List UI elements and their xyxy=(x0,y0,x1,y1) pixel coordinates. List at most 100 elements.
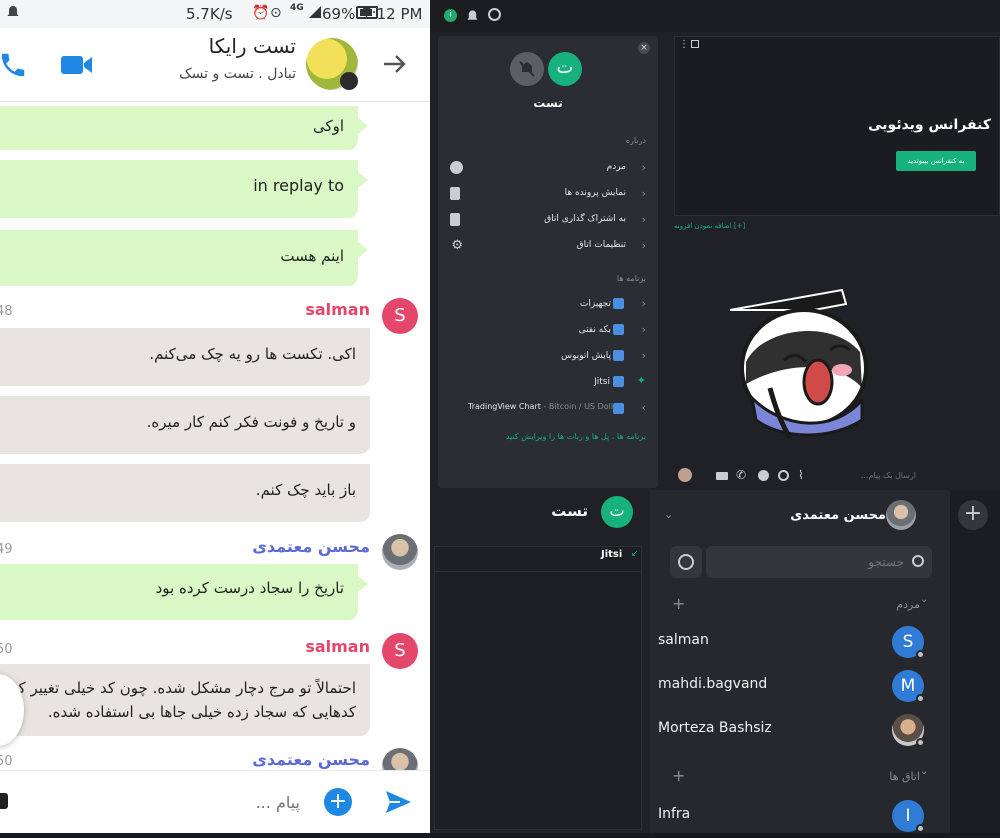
message-bubble[interactable]: اینم هست xyxy=(0,230,368,286)
search-input[interactable] xyxy=(714,552,904,572)
add-attachment-icon[interactable]: + xyxy=(324,788,352,816)
message-text: اوکی xyxy=(312,117,344,135)
message-bubble[interactable]: اوکی xyxy=(0,106,368,150)
menu-item-room-settings[interactable]: ⚙ تنظیمات اتاق ‹ xyxy=(438,236,658,258)
send-icon[interactable] xyxy=(384,788,412,820)
add-room-icon[interactable]: + xyxy=(672,766,685,785)
app-icon xyxy=(613,350,624,361)
chat-subtitle: تبادل . تست و تسک xyxy=(179,66,296,82)
presence-dot xyxy=(916,738,925,747)
search-icon[interactable] xyxy=(488,8,501,21)
room-avatar[interactable]: ت xyxy=(601,496,633,528)
message-bubble[interactable]: احتمالاً تو مرج دچار مشکل شده. چون کد خی… xyxy=(0,664,370,736)
minimize-icon[interactable]: ↙ xyxy=(631,549,639,559)
chevron-down-icon[interactable]: ⌄ xyxy=(664,508,673,521)
chevron-down-icon[interactable]: ⌄ xyxy=(920,594,928,605)
close-icon[interactable]: × xyxy=(638,42,650,54)
video-icon[interactable] xyxy=(716,472,728,480)
join-conference-button[interactable]: به کنفرانس بپیوندید xyxy=(896,151,976,171)
member-name: mahdi.bagvand xyxy=(658,676,768,692)
back-arrow-icon[interactable] xyxy=(380,50,408,82)
chevron-down-icon[interactable]: ⌄ xyxy=(920,766,928,777)
emoji-icon[interactable] xyxy=(778,470,789,481)
sender-name: محسن معتمدی xyxy=(252,537,370,556)
app-item-tradingview[interactable]: TradingView Chart - Bitcoin / US Dollar … xyxy=(438,398,658,420)
desktop-client: i × ت تست درباره مردم ‹ نمایش پرونده ها ‹ … xyxy=(430,0,1000,833)
attachment-icon[interactable]: ⌇ xyxy=(798,468,804,482)
info-icon[interactable]: i xyxy=(444,9,457,22)
app-item[interactable]: تجهیزات ‹ xyxy=(438,294,658,316)
user-avatar[interactable] xyxy=(678,468,692,482)
message-input[interactable] xyxy=(130,787,300,817)
app-item[interactable]: بکه نفتی ‹ xyxy=(438,320,658,342)
clock: 7:12 PM xyxy=(362,5,423,23)
edit-apps-link[interactable]: برنامه ها ، پل ها و ربات ها را ویرایش کن… xyxy=(438,432,646,441)
sender-avatar[interactable] xyxy=(382,534,418,570)
attach-icon[interactable] xyxy=(0,793,8,809)
message-bubble[interactable]: اکی. تکست ها رو یه چک می‌کنم. xyxy=(0,328,370,386)
location-icon: ⊙ xyxy=(270,5,282,21)
add-person-icon[interactable]: + xyxy=(672,594,685,613)
sender-avatar[interactable]: S xyxy=(382,633,418,669)
pin-icon[interactable]: ✦ xyxy=(637,374,646,387)
member-row[interactable]: salman S xyxy=(650,620,940,664)
chevron-icon: ‹ xyxy=(641,349,646,362)
app-item-jitsi[interactable]: Jitsi ✦ xyxy=(438,372,658,394)
message-bubble[interactable]: و تاریخ و فونت فکر کنم کار میره. xyxy=(0,396,370,454)
chevron-icon: ‹ xyxy=(641,323,646,336)
popout-icon[interactable] xyxy=(691,40,699,48)
bell-icon[interactable] xyxy=(466,8,479,27)
search-box[interactable] xyxy=(706,546,932,578)
room-avatar[interactable]: ت xyxy=(548,52,582,86)
message-bubble[interactable]: باز باید چک کنم. xyxy=(0,464,370,522)
search-icon xyxy=(912,555,924,567)
message-time: 50 xyxy=(0,754,13,769)
message-time: 49 xyxy=(0,542,13,557)
rooms-section-label: اتاق ها xyxy=(889,770,920,783)
room-name: تست xyxy=(551,502,588,520)
member-row[interactable]: mahdi.bagvand M xyxy=(650,664,940,708)
room-timeline: ✆ ⌇ xyxy=(674,236,1000,488)
add-space-button[interactable]: + xyxy=(958,500,988,530)
more-options-icon[interactable]: ⋮ xyxy=(679,39,689,50)
menu-item-people[interactable]: مردم ‹ xyxy=(438,158,658,180)
app-icon xyxy=(613,376,624,387)
chat-header: تست رایکا تبادل . تست و تسک xyxy=(0,28,430,102)
mute-icon[interactable] xyxy=(510,52,544,86)
sender-avatar[interactable]: S xyxy=(382,298,418,334)
message-bubble[interactable]: تاریخ را سجاد درست کرده بود xyxy=(0,564,368,620)
sticker-image[interactable] xyxy=(722,288,882,452)
menu-item-share-room[interactable]: به اشتراک گذاری اتاق ‹ xyxy=(438,210,658,232)
room-row[interactable]: Infra I xyxy=(650,794,940,838)
explore-icon[interactable] xyxy=(670,546,702,578)
app-icon xyxy=(613,298,624,309)
message-bubble[interactable]: in replay to xyxy=(0,160,368,218)
app-item[interactable]: پایش اتوبوس ‹ xyxy=(438,346,658,368)
menu-item-files[interactable]: نمایش پرونده ها ‹ xyxy=(438,184,658,206)
call-icon[interactable]: ✆ xyxy=(736,468,746,482)
jitsi-widget-label: Jitsi xyxy=(601,549,623,560)
gear-icon: ⚙ xyxy=(451,238,463,253)
chevron-icon: ‹ xyxy=(641,187,646,200)
people-section-label: مردم xyxy=(896,598,920,611)
chevron-icon: ‹ xyxy=(641,161,646,174)
group-avatar[interactable] xyxy=(306,38,358,90)
current-user-avatar[interactable] xyxy=(886,500,916,530)
add-widget-link[interactable]: [+] اضافه نمودن افزونه xyxy=(674,222,745,230)
chevron-icon: ‹ xyxy=(641,401,646,414)
battery-percent: 69% xyxy=(322,5,356,23)
chevron-icon: ‹ xyxy=(641,213,646,226)
member-name: salman xyxy=(658,632,709,648)
member-row[interactable]: Morteza Bashsiz xyxy=(650,708,940,752)
status-bar: 5.7K/s ⏰ ⊙ 4G 69% 7:12 PM xyxy=(0,0,430,28)
sender-name: محسن معتمدی xyxy=(252,750,370,769)
presence-dot xyxy=(916,824,925,833)
message-time: 50 xyxy=(0,642,13,657)
video-call-icon[interactable] xyxy=(60,52,94,82)
message-text: اکی. تکست ها رو یه چک می‌کنم. xyxy=(149,345,356,363)
phone-call-icon[interactable] xyxy=(0,50,28,84)
desktop-message-input[interactable] xyxy=(816,466,916,484)
sticker-icon[interactable] xyxy=(758,470,769,481)
message-text: و تاریخ و فونت فکر کنم کار میره. xyxy=(146,413,356,431)
about-section-label: درباره xyxy=(625,136,646,145)
